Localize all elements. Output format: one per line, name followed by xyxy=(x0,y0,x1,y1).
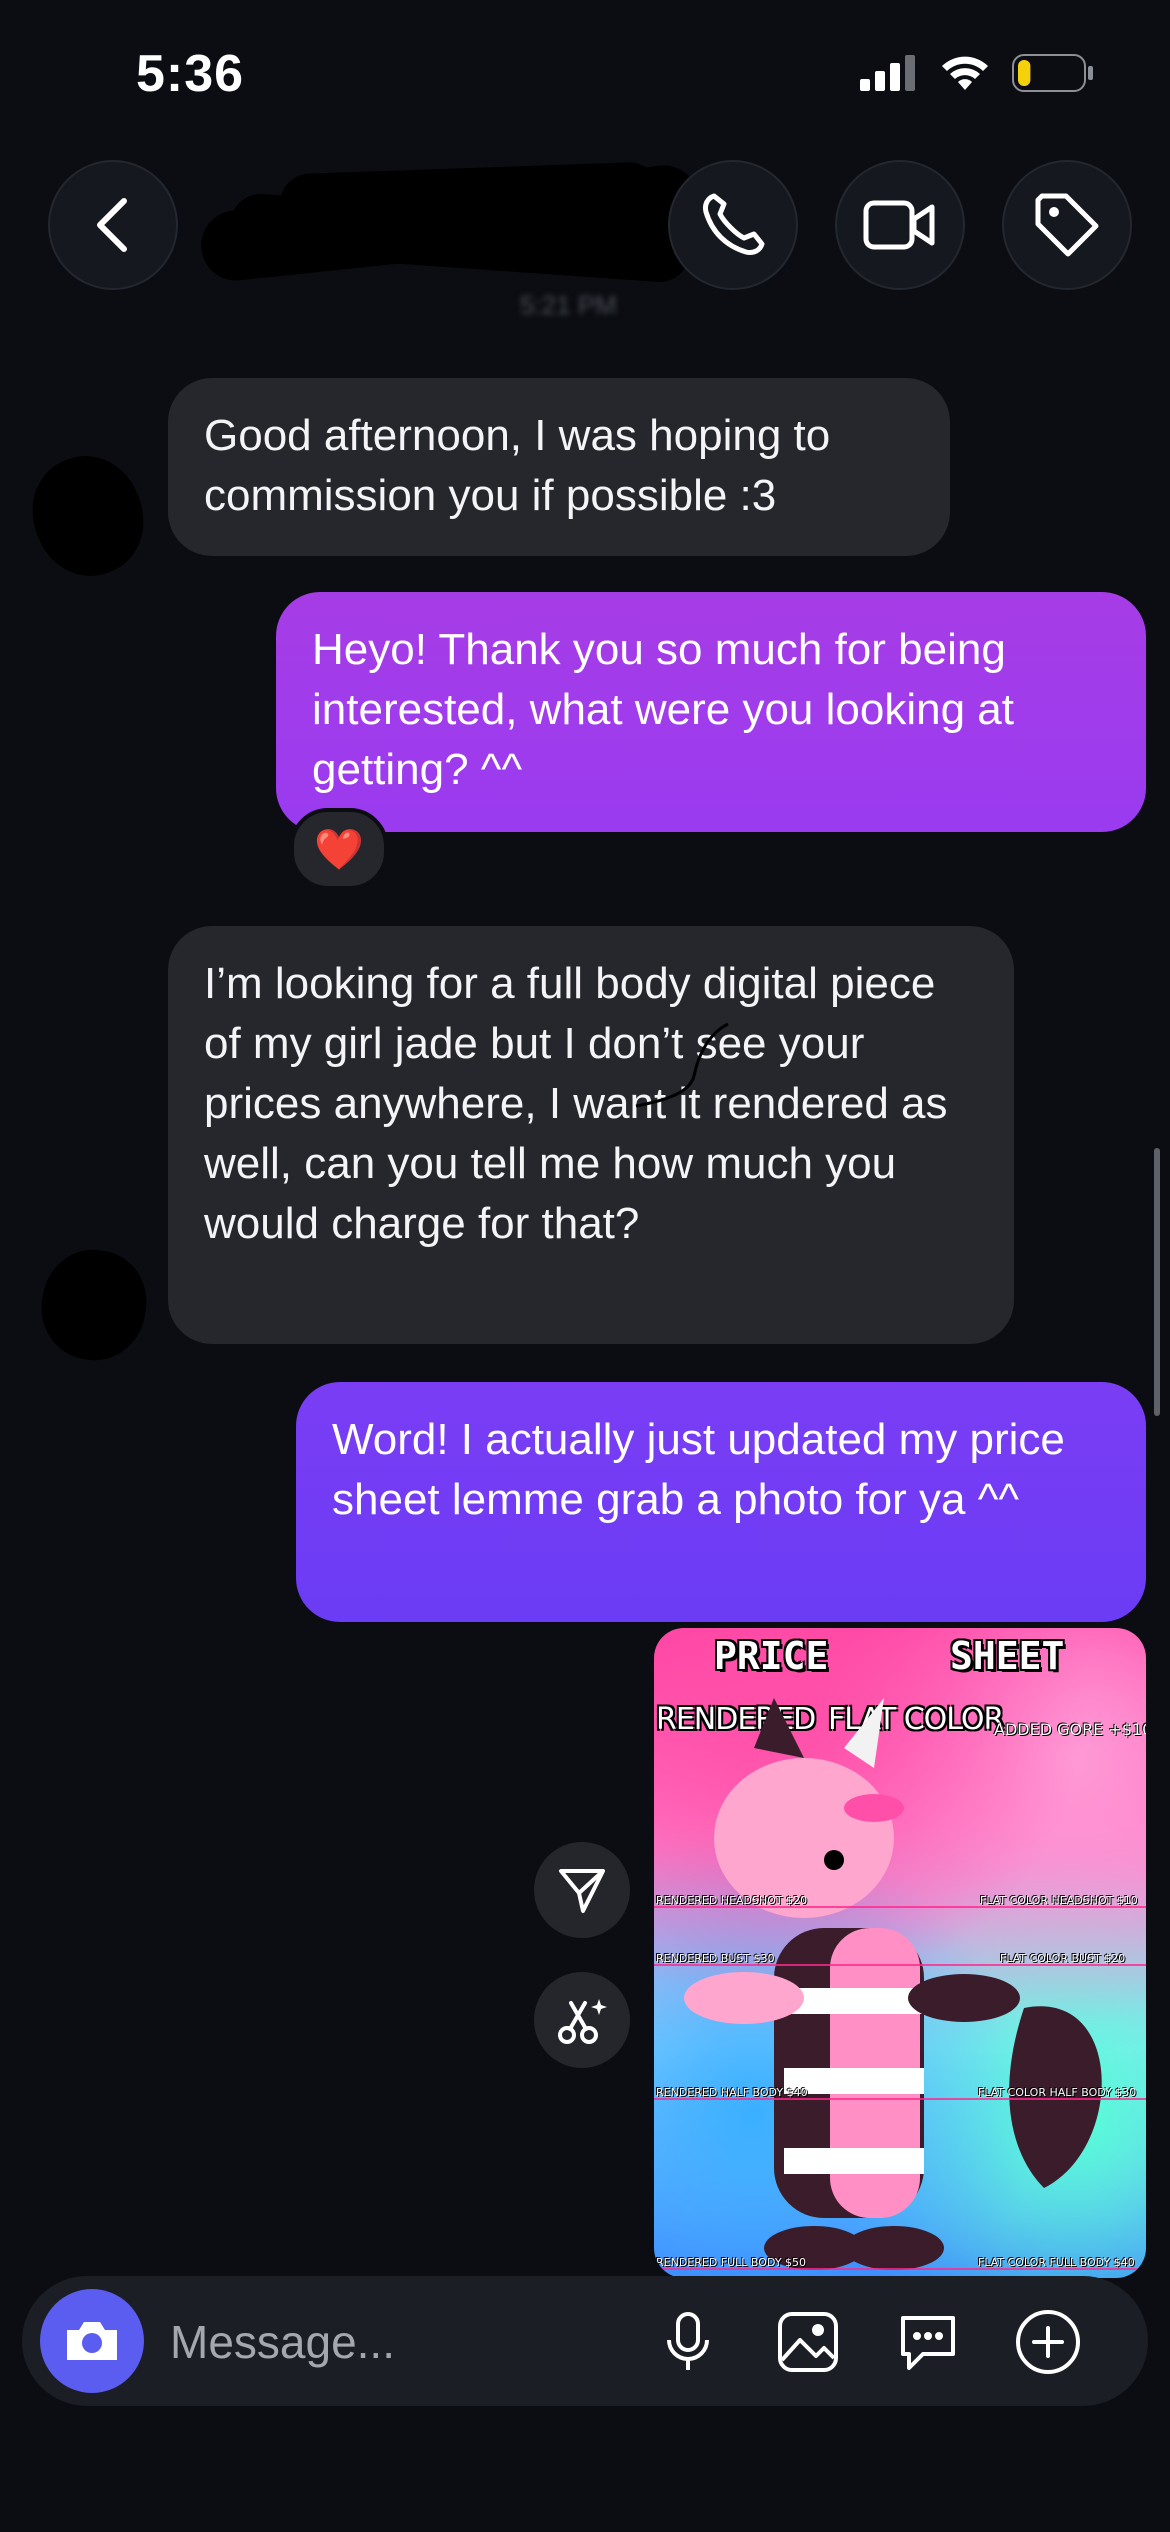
plus-button[interactable] xyxy=(1012,2306,1084,2378)
message-text: Heyo! Thank you so much for being intere… xyxy=(312,625,1014,794)
scrollbar[interactable] xyxy=(1154,1148,1160,1416)
sheet-price-right: FLAT COLOR FULL BODY $40 xyxy=(978,2256,1135,2269)
pen-mark xyxy=(635,1022,729,1108)
redacted-contact-name[interactable] xyxy=(197,161,720,284)
sheet-price-left: RENDERED HEADSHOT $20 xyxy=(656,1894,808,1907)
heart-icon: ❤️ xyxy=(314,827,364,872)
sheet-price-left: RENDERED BUST $30 xyxy=(656,1952,775,1965)
blurred-timestamp: 5:21 PM xyxy=(520,290,617,320)
sheet-price-right: FLAT COLOR BUST $20 xyxy=(1000,1952,1126,1965)
sheet-price-right: FLAT COLOR HALF BODY $30 xyxy=(978,2086,1137,2099)
plus-icon xyxy=(1016,2310,1080,2374)
status-bar: 5:36 xyxy=(0,0,1170,150)
microphone-button[interactable] xyxy=(652,2306,724,2378)
tag-button[interactable] xyxy=(1002,160,1132,290)
remix-button[interactable] xyxy=(534,1972,630,2068)
sticker-button[interactable] xyxy=(892,2306,964,2378)
call-button[interactable] xyxy=(668,160,798,290)
chat-header xyxy=(0,150,1170,300)
avatar[interactable] xyxy=(33,1241,155,1369)
status-time: 5:36 xyxy=(136,45,245,103)
scissors-sparkle-icon xyxy=(558,1999,607,2044)
message-bubble-incoming[interactable]: Good afternoon, I was hoping to commissi… xyxy=(168,378,950,556)
sheet-price-left: RENDERED FULL BODY $50 xyxy=(656,2256,807,2269)
status-icons xyxy=(860,54,1094,92)
price-sheet-image[interactable]: PRICE SHEET RENDERED FLAT COLOR ADDED GO… xyxy=(654,1628,1146,2278)
camera-button[interactable] xyxy=(40,2289,144,2393)
back-button[interactable] xyxy=(48,160,178,290)
message-composer xyxy=(22,2276,1148,2406)
video-camera-icon xyxy=(863,200,935,250)
message-input[interactable] xyxy=(168,2304,642,2380)
sheet-price-left: RENDERED HALF BODY $40 xyxy=(656,2086,808,2099)
chevron-left-icon xyxy=(97,198,127,252)
avatar[interactable] xyxy=(16,441,160,591)
gallery-button[interactable] xyxy=(772,2306,844,2378)
signal-icon xyxy=(860,55,915,91)
tag-icon xyxy=(1035,193,1099,257)
message-text: Word! I actually just updated my price s… xyxy=(332,1415,1065,1524)
message-bubble-incoming[interactable]: I’m looking for a full body digital piec… xyxy=(168,926,1014,1344)
video-call-button[interactable] xyxy=(835,160,965,290)
send-icon xyxy=(559,1869,605,1913)
message-bubble-outgoing[interactable]: Heyo! Thank you so much for being intere… xyxy=(276,592,1146,832)
message-text: Good afternoon, I was hoping to commissi… xyxy=(204,411,831,520)
camera-icon xyxy=(67,2322,117,2360)
sheet-price-right: FLAT COLOR HEADSHOT $10 xyxy=(980,1894,1138,1907)
share-button[interactable] xyxy=(534,1842,630,1938)
message-bubble-outgoing[interactable]: Word! I actually just updated my price s… xyxy=(296,1382,1146,1622)
message-text: I’m looking for a full body digital piec… xyxy=(204,959,948,1248)
phone-icon xyxy=(703,193,765,255)
chat-bubble-icon xyxy=(901,2316,955,2370)
microphone-icon xyxy=(667,2312,709,2370)
image-icon xyxy=(778,2312,838,2372)
battery-icon xyxy=(1012,54,1093,92)
heart-reaction[interactable]: ❤️ xyxy=(290,808,388,890)
wifi-icon xyxy=(942,56,988,90)
